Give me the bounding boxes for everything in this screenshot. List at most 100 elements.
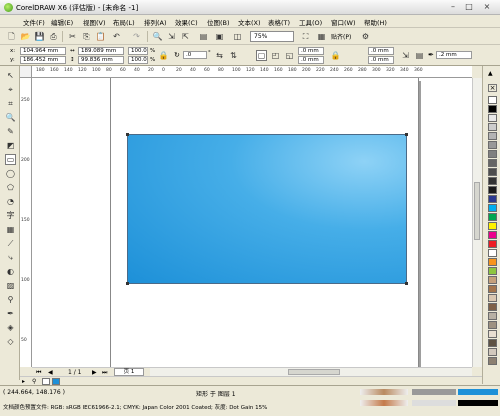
- search-content-icon[interactable]: 🔍: [152, 31, 163, 42]
- menu-view[interactable]: 视图(V): [83, 17, 106, 27]
- next-page-icon[interactable]: ▶: [92, 369, 97, 376]
- palette-swatch[interactable]: [488, 276, 497, 284]
- palette-swatch[interactable]: [488, 348, 497, 356]
- selection-handle[interactable]: [405, 133, 408, 136]
- show-rulers-icon[interactable]: ▦: [316, 31, 327, 42]
- palette-swatch[interactable]: [488, 186, 497, 194]
- outline-pen-tool-icon[interactable]: ✒: [5, 308, 16, 319]
- snap-to-menu[interactable]: 贴齐(P): [331, 32, 351, 41]
- palette-swatch[interactable]: [488, 132, 497, 140]
- full-screen-preview-icon[interactable]: ⛶: [300, 31, 311, 42]
- export-icon[interactable]: ⇱: [180, 31, 191, 42]
- eyedropper-icon[interactable]: ⚲: [32, 378, 36, 385]
- scale-x-field[interactable]: 100.0: [128, 47, 148, 55]
- width-field[interactable]: 189.089 mm: [78, 47, 124, 55]
- paste-icon[interactable]: 📋: [95, 31, 106, 42]
- close-button[interactable]: ×: [480, 2, 494, 12]
- application-launcher-icon[interactable]: ▤: [198, 31, 209, 42]
- round-corner-icon[interactable]: ▢: [256, 50, 267, 61]
- freehand-tool-icon[interactable]: ✎: [5, 126, 16, 137]
- blend-tool-icon[interactable]: ◐: [5, 266, 16, 277]
- minimize-button[interactable]: –: [446, 2, 460, 12]
- palette-swatch[interactable]: [488, 240, 497, 248]
- chamfered-corner-icon[interactable]: ◱: [284, 50, 295, 61]
- menu-arrange[interactable]: 排列(A): [144, 17, 167, 27]
- pick-tool-icon[interactable]: ↖: [5, 70, 16, 81]
- relative-scaling-icon[interactable]: ⇲: [400, 50, 411, 61]
- no-fill-swatch-icon[interactable]: ×: [488, 84, 497, 92]
- options-icon[interactable]: ⚙: [360, 31, 371, 42]
- palette-swatch[interactable]: [488, 96, 497, 104]
- menu-effects[interactable]: 效果(C): [175, 17, 198, 27]
- corner-radius-top-left-field[interactable]: .0 mm: [298, 47, 324, 55]
- palette-swatch[interactable]: [488, 258, 497, 266]
- prev-page-icon[interactable]: ◀: [48, 369, 53, 376]
- fill-tool-icon[interactable]: ◈: [5, 322, 16, 333]
- palette-swatch[interactable]: [488, 294, 497, 302]
- open-icon[interactable]: 📂: [20, 31, 31, 42]
- palette-swatch[interactable]: [488, 339, 497, 347]
- corel-connect-icon[interactable]: ◫: [232, 31, 243, 42]
- palette-swatch[interactable]: [488, 105, 497, 113]
- palette-swatch[interactable]: [488, 150, 497, 158]
- palette-swatch[interactable]: [488, 330, 497, 338]
- selection-handle[interactable]: [126, 282, 129, 285]
- zoom-level-select[interactable]: 75%: [250, 31, 294, 42]
- document-palette-icon[interactable]: ▸: [22, 378, 25, 385]
- scale-y-field[interactable]: 100.0: [128, 56, 148, 64]
- redo-icon[interactable]: ↷: [131, 31, 142, 42]
- palette-swatch[interactable]: [488, 168, 497, 176]
- palette-swatch[interactable]: [488, 159, 497, 167]
- copy-icon[interactable]: ⎘: [81, 31, 92, 42]
- crop-tool-icon[interactable]: ⌗: [5, 98, 16, 109]
- palette-swatch[interactable]: [488, 114, 497, 122]
- palette-scroll-up-icon[interactable]: ▲: [488, 70, 493, 77]
- palette-swatch[interactable]: [488, 231, 497, 239]
- menu-tools[interactable]: 工具(O): [299, 17, 322, 27]
- selection-handle[interactable]: [126, 133, 129, 136]
- palette-swatch[interactable]: [488, 267, 497, 275]
- lock-corners-icon[interactable]: 🔒: [330, 50, 341, 61]
- shape-tool-icon[interactable]: ⌖: [5, 84, 16, 95]
- rectangle-tool-icon[interactable]: ▭: [5, 154, 16, 165]
- palette-swatch[interactable]: [488, 222, 497, 230]
- parallel-dimension-tool-icon[interactable]: ⟋: [5, 238, 16, 249]
- interactive-fill-tool-icon[interactable]: ◇: [5, 336, 16, 347]
- palette-swatch[interactable]: [488, 204, 497, 212]
- corner-radius-bottom-left-field[interactable]: .0 mm: [298, 56, 324, 64]
- menu-layout[interactable]: 布局(L): [113, 17, 135, 27]
- menu-bitmaps[interactable]: 位图(B): [207, 17, 230, 27]
- ellipse-tool-icon[interactable]: ◯: [5, 168, 16, 179]
- ruler-origin-corner[interactable]: [20, 66, 32, 78]
- mirror-vertical-icon[interactable]: ⇅: [228, 50, 239, 61]
- horizontal-scroll-thumb[interactable]: [288, 369, 340, 375]
- transparency-tool-icon[interactable]: ▨: [5, 280, 16, 291]
- menu-file[interactable]: 文件(F): [23, 17, 45, 27]
- wrap-text-icon[interactable]: ▤: [414, 50, 425, 61]
- print-icon[interactable]: ⎙: [48, 31, 59, 42]
- undo-icon[interactable]: ↶: [111, 31, 122, 42]
- palette-swatch[interactable]: [488, 213, 497, 221]
- welcome-screen-icon[interactable]: ▣: [214, 31, 225, 42]
- page-tab[interactable]: 页 1: [114, 368, 144, 376]
- menu-edit[interactable]: 编辑(E): [51, 17, 73, 27]
- rotation-field[interactable]: .0: [183, 51, 207, 59]
- connector-tool-icon[interactable]: ⤷: [5, 252, 16, 263]
- smart-fill-tool-icon[interactable]: ◩: [5, 140, 16, 151]
- menu-window[interactable]: 窗口(W): [331, 17, 356, 27]
- menu-table[interactable]: 表格(T): [268, 17, 290, 27]
- new-document-icon[interactable]: 🗋: [6, 31, 17, 42]
- palette-swatch[interactable]: [488, 312, 497, 320]
- basic-shapes-tool-icon[interactable]: ◔: [5, 196, 16, 207]
- vertical-ruler[interactable]: 250 200 150 100 50: [20, 78, 32, 367]
- vertical-scroll-thumb[interactable]: [474, 182, 480, 240]
- polygon-tool-icon[interactable]: ⬠: [5, 182, 16, 193]
- menu-help[interactable]: 帮助(H): [364, 17, 387, 27]
- cut-icon[interactable]: ✂: [67, 31, 78, 42]
- horizontal-ruler[interactable]: 180 160 140 120 100 80 60 40 20 0 20 40 …: [32, 66, 472, 78]
- corner-radius-bottom-right-field[interactable]: .0 mm: [368, 56, 394, 64]
- corner-radius-top-right-field[interactable]: .0 mm: [368, 47, 394, 55]
- text-tool-icon[interactable]: 字: [5, 210, 16, 221]
- palette-swatch[interactable]: [488, 303, 497, 311]
- outline-width-select[interactable]: .2 mm: [436, 51, 472, 59]
